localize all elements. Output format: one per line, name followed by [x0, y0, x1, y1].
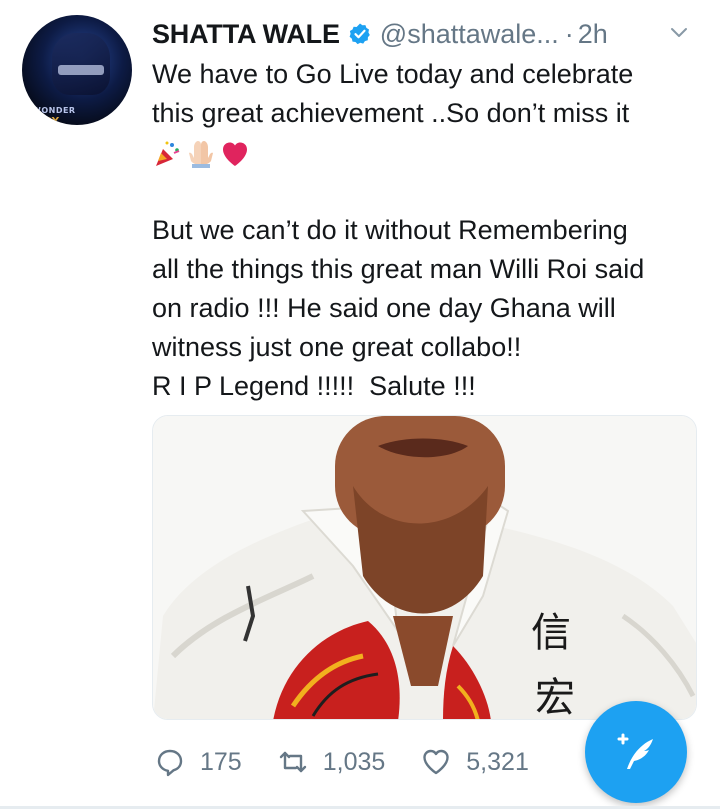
tweet-text-line: this great achievement ..So don’t miss i… [152, 98, 630, 128]
tweet-text-paragraph: But we can’t do it without Remembering a… [152, 215, 645, 401]
tweet-header: SHATTA WALE @shattawale... · 2h [152, 14, 608, 54]
tweet-timestamp[interactable]: 2h [578, 19, 608, 50]
heart-icon [423, 749, 449, 775]
avatar-watermark-bottom: BOY [36, 116, 60, 126]
retweet-icon [279, 751, 306, 773]
party-popper-icon [156, 141, 180, 166]
reply-count: 175 [200, 747, 242, 776]
header-separator: · [564, 18, 574, 49]
tweet[interactable]: WONDER BOY SHATTA WALE @shattawale... · … [0, 0, 720, 809]
retweet-button[interactable]: 1,035 [278, 747, 386, 777]
tweet-actions: 175 1,035 5,321 [155, 740, 565, 784]
tweet-text: We have to Go Live today and celebrate t… [152, 55, 712, 406]
retweet-count: 1,035 [322, 747, 386, 776]
like-count: 5,321 [466, 747, 529, 776]
avatar-figure [52, 33, 110, 95]
user-handle[interactable]: @shattawale... [380, 19, 559, 50]
like-button[interactable]: 5,321 [421, 747, 529, 777]
chevron-down-icon[interactable] [668, 22, 690, 44]
photo-of-man-in-printed-shirt: 信 宏 [153, 416, 696, 720]
shirt-calligraphy: 信 [531, 610, 571, 656]
reply-icon [157, 749, 183, 777]
avatar-watermark-top: WONDER [32, 106, 76, 115]
compose-tweet-button[interactable] [585, 701, 687, 803]
tweet-media-photo[interactable]: 信 宏 [152, 415, 697, 720]
reply-button[interactable]: 175 [155, 747, 242, 777]
tweet-text-line: We have to Go Live today and celebrate [152, 59, 634, 89]
folded-hands-icon [189, 140, 213, 168]
svg-text:宏: 宏 [535, 675, 575, 720]
red-heart-icon [223, 142, 247, 166]
emoji-row [152, 139, 250, 169]
compose-tweet-icon [617, 733, 653, 769]
avatar[interactable]: WONDER BOY [22, 15, 132, 125]
display-name[interactable]: SHATTA WALE [152, 19, 340, 50]
verified-badge-icon [348, 22, 372, 46]
avatar-highlight [58, 65, 104, 75]
